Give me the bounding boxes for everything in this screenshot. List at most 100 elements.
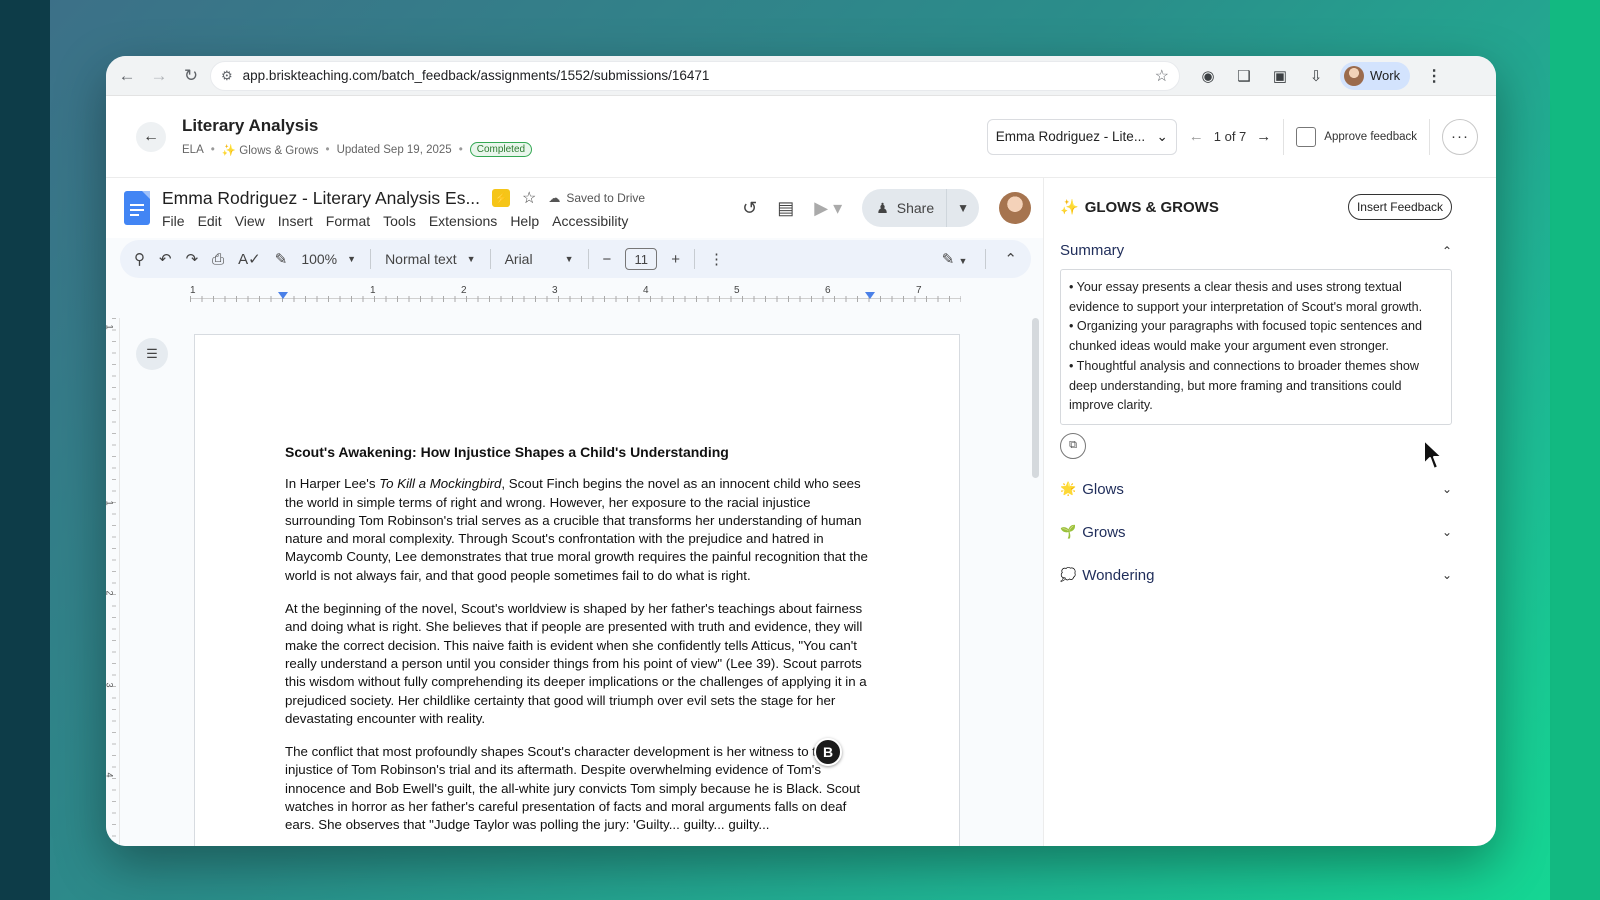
header-controls: Emma Rodriguez - Lite... ⌄ ← 1 of 7 → Ap… <box>986 118 1478 155</box>
download-icon[interactable]: ⇩ <box>1304 64 1328 88</box>
puzzle-icon[interactable]: ❑ <box>1232 64 1256 88</box>
menu-view[interactable]: View <box>235 213 265 229</box>
seedling-icon: 🌱 <box>1060 524 1077 540</box>
desktop-edge-right <box>1550 0 1600 900</box>
star-icon[interactable]: ☆ <box>522 188 536 208</box>
zoom-select[interactable]: 100% ▼ <box>301 251 356 267</box>
approve-checkbox[interactable] <box>1296 126 1317 147</box>
summary-header[interactable]: Summary ⌃ <box>1044 242 1496 259</box>
insert-feedback-button[interactable]: Insert Feedback <box>1347 194 1452 220</box>
next-submission-icon[interactable]: → <box>1256 128 1271 145</box>
toolbar-divider <box>694 249 696 269</box>
decrease-font-icon[interactable]: − <box>603 251 612 268</box>
copy-icon[interactable]: ⧉ <box>1060 432 1086 459</box>
student-select[interactable]: Emma Rodriguez - Lite... ⌄ <box>986 118 1177 155</box>
back-icon[interactable]: ← <box>114 63 140 89</box>
comments-icon[interactable]: ▤ <box>777 198 794 219</box>
approve-feedback[interactable]: Approve feedback <box>1296 126 1417 147</box>
font-select[interactable]: Arial ▼ <box>505 251 574 267</box>
back-arrow-icon[interactable]: ← <box>136 121 166 152</box>
saved-status[interactable]: ☁ Saved to Drive <box>548 191 645 205</box>
site-settings-icon[interactable]: ⚙ <box>221 68 233 84</box>
more-tools-icon[interactable]: ⋮ <box>709 250 724 268</box>
summary-label: Summary <box>1060 242 1125 259</box>
menu-accessibility[interactable]: Accessibility <box>552 213 628 229</box>
docs-menu-bar: File Edit View Insert Format Tools Exten… <box>162 213 645 229</box>
more-options-button[interactable]: ··· <box>1442 118 1478 155</box>
search-icon[interactable]: ⚲ <box>134 250 145 268</box>
menu-help[interactable]: Help <box>510 213 539 229</box>
chevron-down-icon[interactable]: ⌄ <box>1442 525 1452 539</box>
share-main[interactable]: ♟ Share <box>862 189 948 227</box>
browser-menu-icon[interactable]: ⋮ <box>1422 64 1446 88</box>
user-avatar[interactable] <box>999 192 1031 224</box>
reload-icon[interactable]: ↻ <box>178 63 204 89</box>
version-history-icon[interactable]: ↺ <box>742 198 757 219</box>
grows-label: Grows <box>1082 523 1126 541</box>
feedback-panel-header: ✨ GLOWS & GROWS Insert Feedback <box>1044 178 1496 220</box>
document-page[interactable]: Scout's Awakening: How Injustice Shapes … <box>194 334 960 846</box>
summary-text[interactable]: • Your essay presents a clear thesis and… <box>1060 269 1452 425</box>
wondering-section[interactable]: 💭 Wondering ⌄ <box>1044 567 1496 584</box>
essay-paragraph-3: The conflict that most profoundly shapes… <box>285 744 861 833</box>
star-glow-icon: 🌟 <box>1060 481 1077 497</box>
editing-mode-icon[interactable]: ✎ ▼ <box>942 250 968 268</box>
menu-edit[interactable]: Edit <box>198 213 222 229</box>
right-indent-marker[interactable] <box>865 292 875 299</box>
document-scrollbar[interactable] <box>1032 318 1039 478</box>
essay-body[interactable]: Scout's Awakening: How Injustice Shapes … <box>285 443 873 846</box>
style-value: Normal text <box>385 251 457 267</box>
redo-icon[interactable]: ↷ <box>186 250 199 268</box>
document-outline-icon[interactable]: ☰ <box>136 338 168 370</box>
meet-video-icon[interactable]: ▶ ▾ <box>814 198 842 219</box>
bookmark-star-icon[interactable]: ☆ <box>1155 66 1169 86</box>
browser-toolbar: ← → ↻ ⚙ app.briskteaching.com/batch_feed… <box>106 56 1496 96</box>
brisk-floating-button[interactable]: B <box>814 738 842 766</box>
share-button[interactable]: ♟ Share ▼ <box>862 189 979 227</box>
menu-extensions[interactable]: Extensions <box>429 213 497 229</box>
menu-format[interactable]: Format <box>326 213 370 229</box>
extension-b-icon[interactable]: ◉ <box>1196 64 1220 88</box>
grows-label-group: 🌱 Grows <box>1060 524 1126 541</box>
spellcheck-icon[interactable]: A✓ <box>238 250 261 268</box>
glows-label: Glows <box>1082 480 1124 498</box>
style-select[interactable]: Normal text ▼ <box>385 251 476 267</box>
student-select-value: Emma Rodriguez - Lite... <box>995 129 1146 144</box>
google-docs-logo-icon[interactable] <box>124 191 150 225</box>
document-title[interactable]: Emma Rodriguez - Literary Analysis Es... <box>162 188 480 209</box>
menu-insert[interactable]: Insert <box>278 213 313 229</box>
collapse-menus-icon[interactable]: ⌃ <box>1004 250 1017 268</box>
chevron-down-icon[interactable]: ⌄ <box>1442 482 1452 496</box>
url-text[interactable]: app.briskteaching.com/batch_feedback/ass… <box>243 68 1145 83</box>
ruler-number: 1 <box>190 285 196 296</box>
glows-section[interactable]: 🌟 Glows ⌄ <box>1044 481 1496 498</box>
prev-submission-icon[interactable]: ← <box>1189 128 1204 145</box>
brisk-extension-icon[interactable]: ⚡ <box>492 189 511 207</box>
grows-section[interactable]: 🌱 Grows ⌄ <box>1044 524 1496 541</box>
wondering-label: Wondering <box>1082 566 1155 584</box>
cast-icon[interactable]: ▣ <box>1268 64 1292 88</box>
left-indent-marker[interactable] <box>278 292 288 299</box>
browser-window: ← → ↻ ⚙ app.briskteaching.com/batch_feed… <box>106 56 1496 846</box>
forward-icon[interactable]: → <box>146 63 172 89</box>
assignment-meta: ELA • ✨ Glows & Grows • Updated Sep 19, … <box>182 142 533 157</box>
chevron-up-icon[interactable]: ⌃ <box>1442 244 1452 258</box>
share-dropdown-icon[interactable]: ▼ <box>947 201 979 215</box>
profile-button[interactable]: Work <box>1340 61 1411 90</box>
paint-format-icon[interactable]: ✎ <box>275 250 288 268</box>
address-bar[interactable]: ⚙ app.briskteaching.com/batch_feedback/a… <box>210 60 1180 91</box>
chevron-down-icon: ⌄ <box>1156 128 1168 144</box>
font-size-input[interactable]: 11 <box>625 248 658 270</box>
increase-font-icon[interactable]: + <box>671 251 680 268</box>
horizontal-ruler[interactable]: 1 1 2 3 4 5 6 7 <box>120 285 1031 308</box>
menu-tools[interactable]: Tools <box>383 213 416 229</box>
undo-icon[interactable]: ↶ <box>159 250 172 268</box>
vruler-number: 2 <box>106 590 115 595</box>
ruler-number: 2 <box>461 285 467 296</box>
print-icon[interactable]: ⎙ <box>212 251 224 268</box>
subject-label: ELA <box>182 143 204 156</box>
menu-file[interactable]: File <box>162 213 185 229</box>
separator-dot: • <box>325 143 330 156</box>
toolbar-divider <box>370 249 372 269</box>
chevron-down-icon[interactable]: ⌄ <box>1442 568 1452 582</box>
